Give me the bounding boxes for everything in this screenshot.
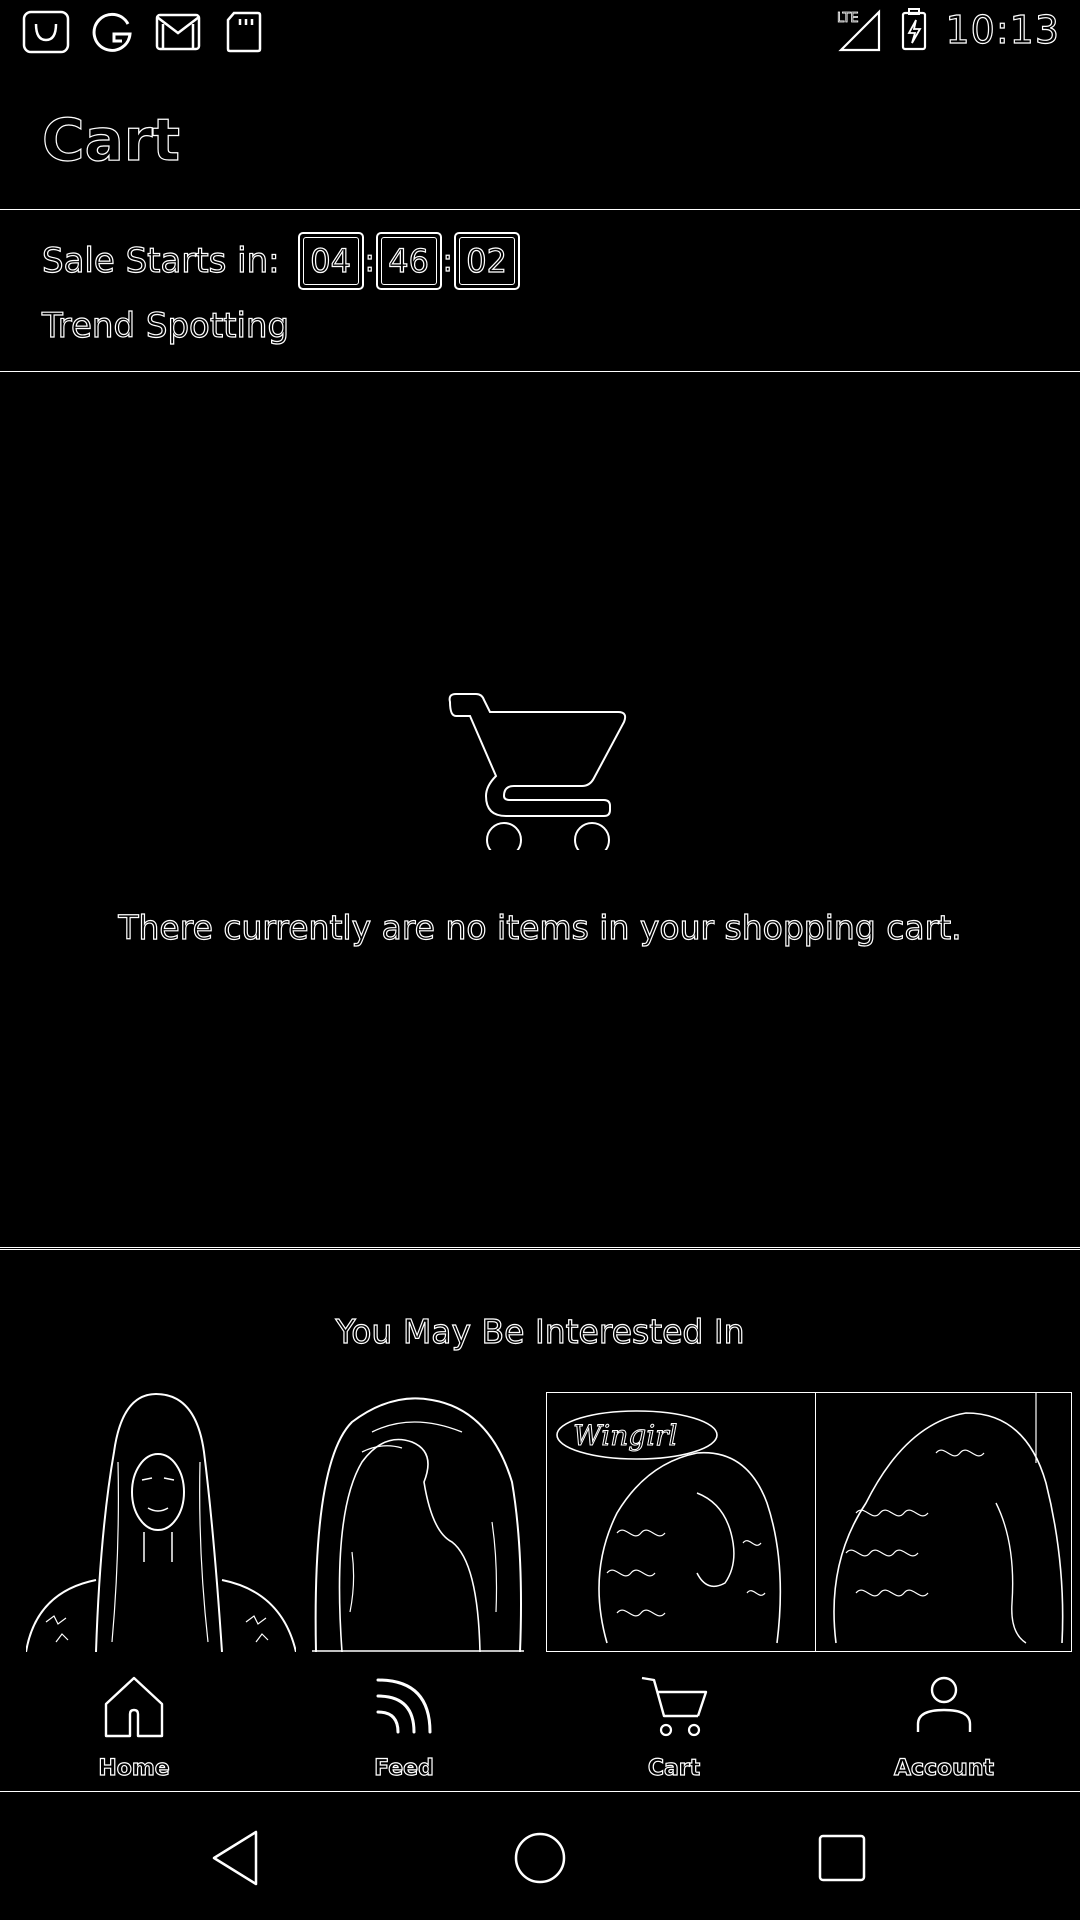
clock: 10:13 (945, 7, 1060, 52)
product-3-logo: Wingirl (573, 1419, 678, 1452)
feed-icon (376, 1678, 432, 1734)
shopping-cart-icon (448, 693, 627, 850)
product-card-1[interactable] (26, 1392, 296, 1652)
timer-minutes-value: 46 (388, 241, 430, 280)
cart-icon (641, 1676, 708, 1737)
lte-label: LTE (837, 11, 859, 26)
lte-signal-icon: LTE (837, 9, 881, 52)
google-icon (92, 12, 132, 52)
account-icon (916, 1676, 972, 1732)
system-nav-bar (0, 1794, 1080, 1920)
product-card-3[interactable]: Wingirl (546, 1392, 816, 1652)
sd-card-icon (226, 11, 262, 53)
battery-icon (902, 8, 927, 51)
nav-label-feed: Feed (374, 1755, 435, 1781)
sale-countdown: Sale Starts in: 04 : 46 : 02 (41, 232, 520, 290)
product-image-3: Wingirl (556, 1410, 782, 1644)
timer-seconds: 02 (453, 232, 520, 290)
sale-banner[interactable]: Sale Starts in: 04 : 46 : 02 Trend Spott… (0, 210, 1080, 372)
recommendations-title: You May Be Interested In (335, 1311, 745, 1351)
nav-label-cart: Cart (647, 1755, 701, 1781)
timer-separator: : (442, 243, 453, 279)
notification-icons (22, 10, 268, 54)
status-bar: LTE 10:13 (0, 0, 1080, 66)
timer-hours-value: 04 (310, 241, 352, 280)
back-icon[interactable] (202, 1822, 274, 1894)
home-icon (104, 1676, 164, 1738)
nav-item-home[interactable]: Home (34, 1652, 234, 1792)
nav-item-account[interactable]: Account (844, 1652, 1044, 1792)
sale-label: Sale Starts in: (41, 240, 280, 281)
nav-label-home: Home (98, 1755, 171, 1781)
product-image-4 (833, 1393, 1064, 1644)
shopping-bag-icon (22, 10, 70, 54)
system-status: LTE 10:13 (835, 7, 1060, 52)
empty-cart-section: There currently are no items in your sho… (0, 372, 1080, 1250)
home-circle-icon[interactable] (504, 1822, 576, 1894)
bottom-nav: Home Feed Cart Account (0, 1652, 1080, 1792)
sale-subtitle: Trend Spotting (41, 305, 290, 346)
product-card-4[interactable] (816, 1392, 1072, 1652)
product-card-2[interactable] (312, 1392, 524, 1652)
recents-icon[interactable] (806, 1822, 878, 1894)
empty-cart-message: There currently are no items in your sho… (118, 907, 962, 947)
app-header: Cart (0, 66, 1080, 210)
timer-hours: 04 (297, 232, 364, 290)
page-title: Cart (41, 105, 181, 174)
nav-item-feed[interactable]: Feed (304, 1652, 504, 1792)
product-image-1 (26, 1392, 296, 1652)
timer-separator: : (364, 243, 375, 279)
timer-seconds-value: 02 (466, 241, 508, 280)
gmail-icon (155, 13, 201, 51)
product-image-2 (312, 1397, 524, 1652)
nav-item-cart[interactable]: Cart (574, 1652, 774, 1792)
timer-minutes: 46 (375, 232, 442, 290)
nav-label-account: Account (893, 1755, 995, 1781)
recommendations-row[interactable]: Wingirl (26, 1392, 1072, 1652)
